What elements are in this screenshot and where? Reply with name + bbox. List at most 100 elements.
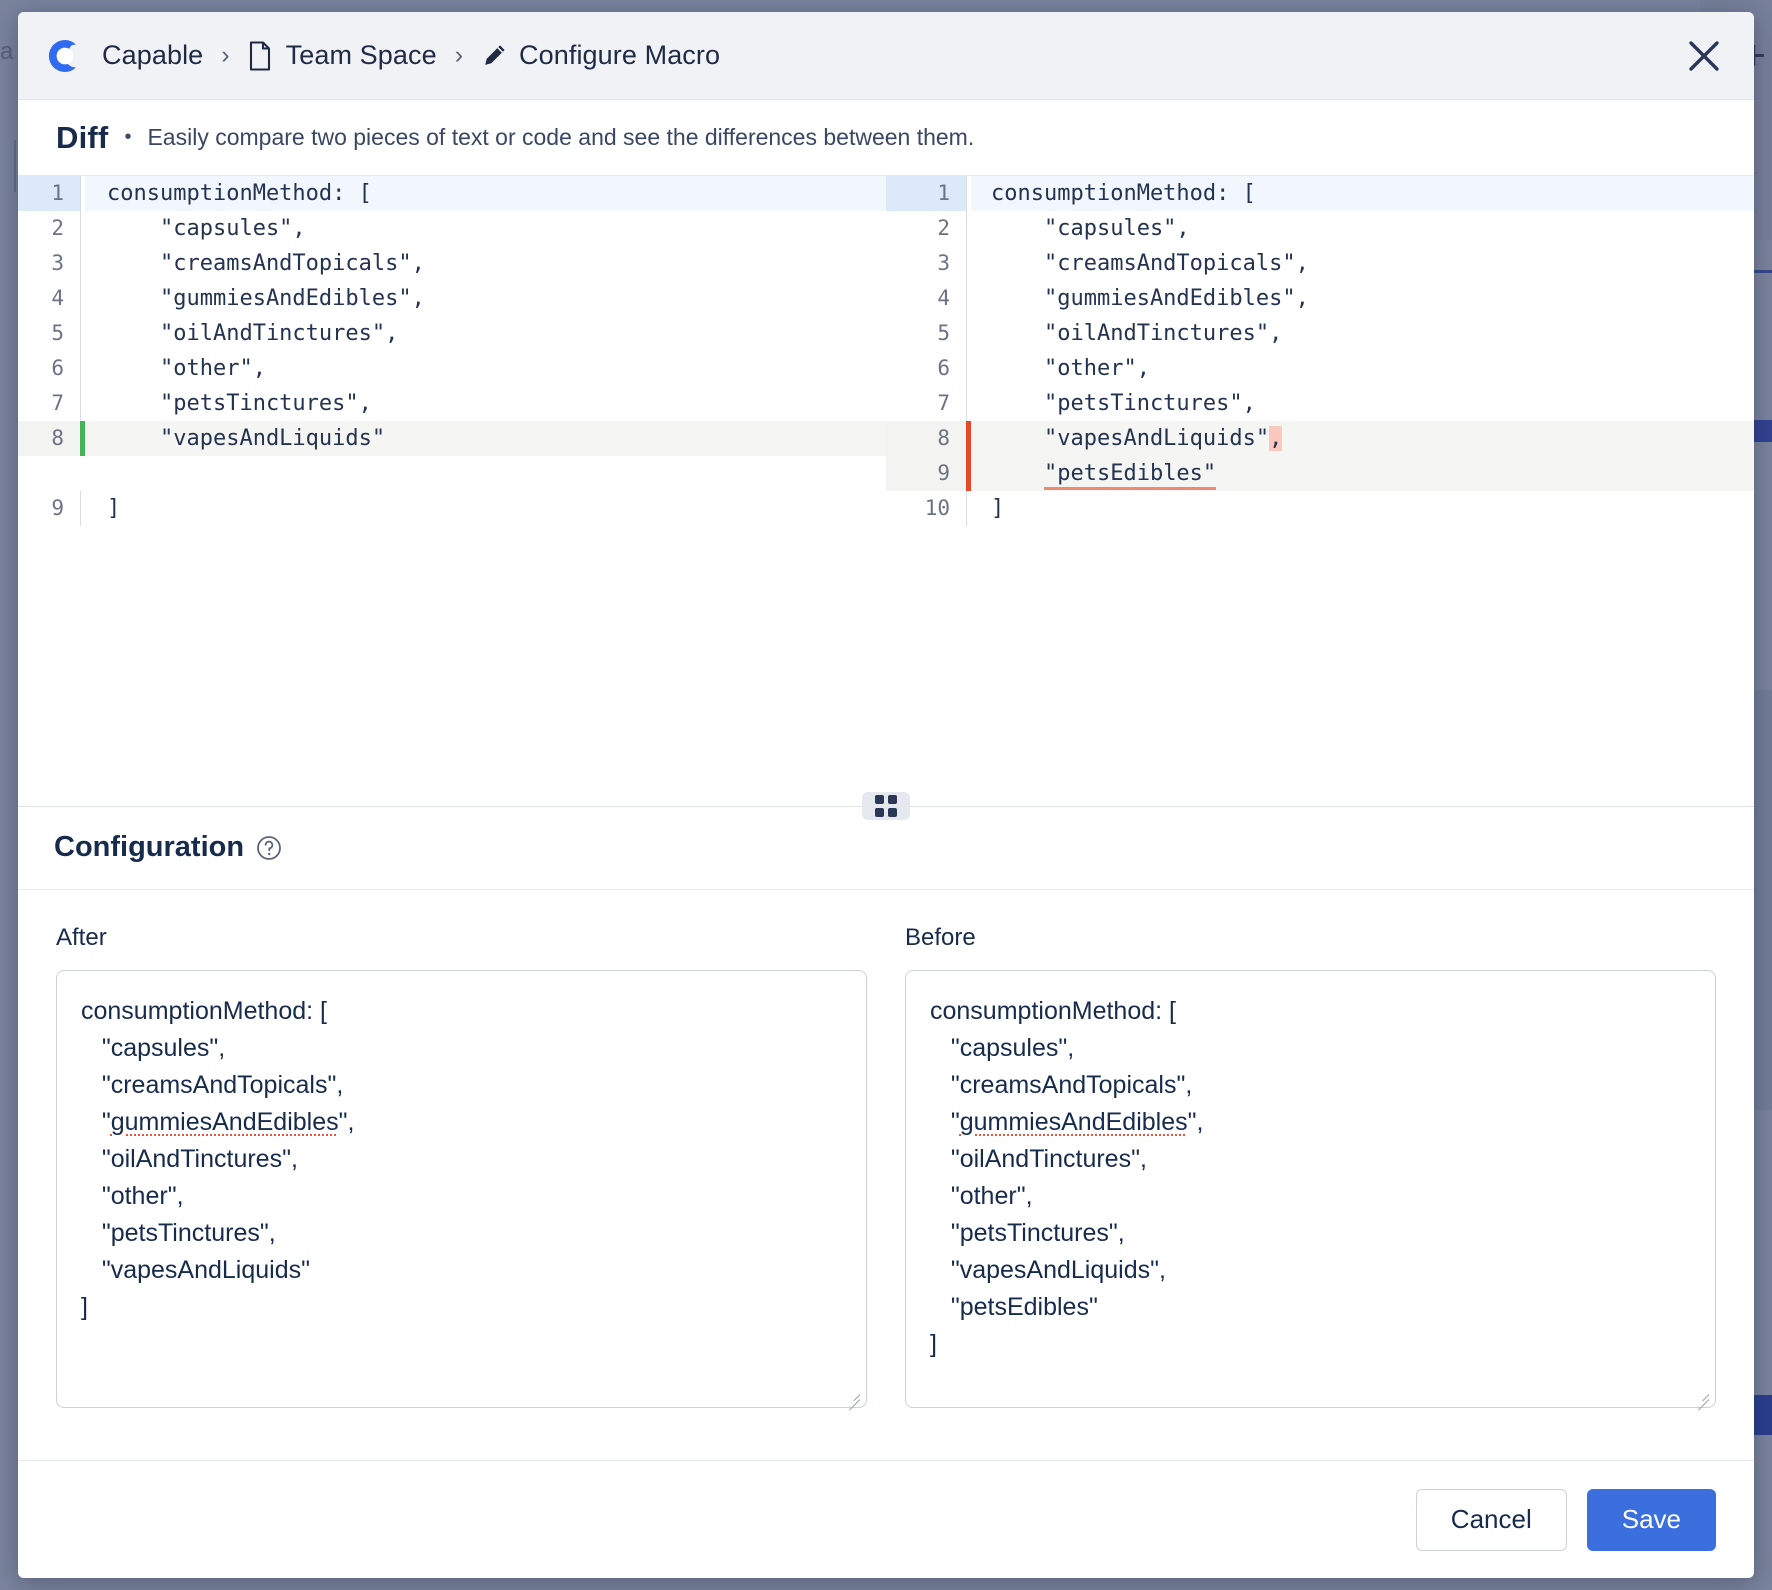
field-label-before: Before: [905, 924, 1716, 952]
save-button[interactable]: Save: [1587, 1489, 1716, 1551]
diff-line-number: 10: [886, 491, 966, 526]
textarea-line: "capsules",: [930, 1030, 1691, 1067]
diff-line-number: 2: [886, 211, 966, 246]
diff-line: 7 "petsTinctures",: [886, 386, 1754, 421]
diff-line-content: ]: [85, 491, 886, 526]
after-resize-grip[interactable]: [844, 1386, 860, 1402]
misspelled-word: gummiesAndEdibles: [960, 1108, 1188, 1136]
diff-line: 8 "vapesAndLiquids": [18, 421, 886, 456]
after-textarea-wrapper: consumptionMethod: [ "capsules", "creams…: [56, 970, 867, 1408]
misspelled-word: gummiesAndEdibles: [111, 1108, 339, 1136]
diff-line: 9]: [18, 491, 886, 526]
diff-pane-left[interactable]: 1consumptionMethod: [2 "capsules",3 "cre…: [18, 176, 886, 806]
diff-line-number: 3: [18, 246, 80, 281]
diff-line-content: "oilAndTinctures",: [971, 316, 1754, 351]
diff-line-content: consumptionMethod: [: [971, 176, 1754, 211]
diff-line-number: 5: [18, 316, 80, 351]
diff-line-content: "creamsAndTopicals",: [971, 246, 1754, 281]
diff-line-content: "petsEdibles": [971, 456, 1754, 491]
diff-line-content: "capsules",: [85, 211, 886, 246]
diff-line-content: "petsTinctures",: [85, 386, 886, 421]
diff-line: 3 "creamsAndTopicals",: [18, 246, 886, 281]
breadcrumb-separator-1: ›: [221, 41, 229, 70]
diff-line: 6 "other",: [886, 351, 1754, 386]
help-circle-icon[interactable]: [256, 835, 282, 861]
diff-line-number: 8: [886, 421, 966, 456]
breadcrumb-item-configure-macro[interactable]: Configure Macro: [481, 40, 720, 71]
diff-line: 7 "petsTinctures",: [18, 386, 886, 421]
field-before: Before consumptionMethod: [ "capsules", …: [905, 924, 1716, 1460]
diff-line-content: ]: [971, 491, 1754, 526]
diff-line-content: "creamsAndTopicals",: [85, 246, 886, 281]
page-title: Diff: [56, 120, 108, 156]
before-textarea[interactable]: consumptionMethod: [ "capsules", "creams…: [905, 970, 1716, 1408]
diff-line-number: 3: [886, 246, 966, 281]
after-textarea[interactable]: consumptionMethod: [ "capsules", "creams…: [56, 970, 867, 1408]
diff-line: 5 "oilAndTinctures",: [18, 316, 886, 351]
diff-line-content: [85, 456, 886, 491]
diff-line-content: "petsTinctures",: [971, 386, 1754, 421]
diff-line-number: 5: [886, 316, 966, 351]
diff-line: 6 "other",: [18, 351, 886, 386]
diff-line-content: consumptionMethod: [: [85, 176, 886, 211]
diff-line: 9 "petsEdibles": [886, 456, 1754, 491]
diff-line-content: "vapesAndLiquids": [85, 421, 886, 456]
diff-line-content: "oilAndTinctures",: [85, 316, 886, 351]
cancel-button[interactable]: Cancel: [1416, 1489, 1567, 1551]
drag-handle-icon[interactable]: [862, 792, 910, 820]
diff-line: 5 "oilAndTinctures",: [886, 316, 1754, 351]
diff-line: 4 "gummiesAndEdibles",: [886, 281, 1754, 316]
diff-line-number: 1: [18, 176, 80, 211]
textarea-line: consumptionMethod: [: [930, 993, 1691, 1030]
textarea-line: "petsTinctures",: [930, 1215, 1691, 1252]
dialog-footer: Cancel Save: [18, 1460, 1754, 1578]
diff-line: [18, 456, 886, 491]
textarea-line: "petsEdibles": [930, 1289, 1691, 1326]
breadcrumb-item-team-space[interactable]: Team Space: [248, 40, 437, 71]
textarea-line: "gummiesAndEdibles",: [930, 1104, 1691, 1141]
background-left-text: a: [0, 38, 14, 66]
breadcrumb-item-capable[interactable]: Capable: [102, 40, 203, 71]
textarea-line: ]: [81, 1289, 842, 1326]
diff-line-number: 8: [18, 421, 80, 456]
diff-line-number: 1: [886, 176, 966, 211]
textarea-line: "petsTinctures",: [81, 1215, 842, 1252]
diff-word-removed: ,: [1269, 426, 1282, 451]
diff-line-number: [18, 456, 80, 491]
textarea-line: "other",: [930, 1178, 1691, 1215]
breadcrumb-label-team-space: Team Space: [286, 40, 437, 71]
drag-handle-dots: [875, 795, 897, 817]
diff-line: 2 "capsules",: [18, 211, 886, 246]
diff-line-number: 4: [886, 281, 966, 316]
diff-word-removed: "petsEdibles": [1044, 461, 1216, 490]
background-left-rule: [14, 140, 16, 192]
capable-logo-icon: [42, 33, 88, 79]
breadcrumb-label-capable: Capable: [102, 40, 203, 71]
diff-line-content: "other",: [971, 351, 1754, 386]
textarea-line: "other",: [81, 1178, 842, 1215]
breadcrumb-label-configure-macro: Configure Macro: [519, 40, 720, 71]
diff-line-number: 6: [18, 351, 80, 386]
before-textarea-wrapper: consumptionMethod: [ "capsules", "creams…: [905, 970, 1716, 1408]
field-label-after: After: [56, 924, 867, 952]
close-icon[interactable]: [1680, 32, 1728, 80]
diff-line: 2 "capsules",: [886, 211, 1754, 246]
field-after: After consumptionMethod: [ "capsules", "…: [56, 924, 867, 1460]
textarea-line: "oilAndTinctures",: [930, 1141, 1691, 1178]
before-resize-grip[interactable]: [1693, 1386, 1709, 1402]
textarea-line: ]: [930, 1326, 1691, 1363]
document-icon: [248, 41, 274, 71]
macro-title-row: Diff • Easily compare two pieces of text…: [18, 100, 1754, 176]
textarea-line: "oilAndTinctures",: [81, 1141, 842, 1178]
diff-pane-right[interactable]: 1consumptionMethod: [2 "capsules",3 "cre…: [886, 176, 1754, 806]
configuration-body: After consumptionMethod: [ "capsules", "…: [18, 890, 1754, 1460]
breadcrumb: Capable › Team Space › Configure Macro: [18, 12, 1754, 100]
diff-viewer: 1consumptionMethod: [2 "capsules",3 "cre…: [18, 176, 1754, 806]
diff-line-content: "capsules",: [971, 211, 1754, 246]
diff-line-number: 7: [886, 386, 966, 421]
diff-line-number: 4: [18, 281, 80, 316]
configuration-title: Configuration: [54, 831, 244, 864]
diff-line: 1consumptionMethod: [: [18, 176, 886, 211]
textarea-line: consumptionMethod: [: [81, 993, 842, 1030]
diff-line-content: "other",: [85, 351, 886, 386]
